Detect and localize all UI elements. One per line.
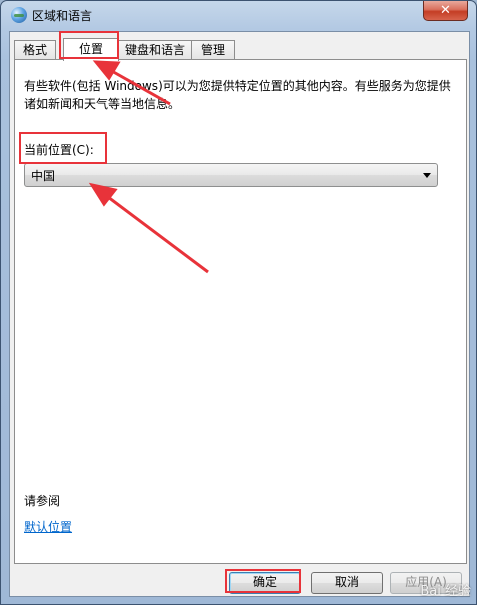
cancel-button[interactable]: 取消 (311, 572, 383, 594)
close-button[interactable]: ✕ (423, 1, 468, 21)
see-also-heading: 请参阅 (24, 494, 61, 508)
region-language-window: 区域和语言 ✕ 格式 位置 键盘和语言 管理 有些软件(包括 Windows)可… (0, 0, 477, 605)
default-location-link[interactable]: 默认位置 (24, 518, 72, 535)
tab-keyboard-language[interactable]: 键盘和语言 (118, 40, 192, 60)
watermark: Bai 经验 (420, 584, 471, 599)
highlight-box-ok-button (225, 569, 301, 593)
dialog-body: 格式 位置 键盘和语言 管理 有些软件(包括 Windows)可以为您提供特定位… (9, 31, 470, 597)
highlight-box-location-tab (59, 31, 119, 59)
location-description: 有些软件(包括 Windows)可以为您提供特定位置的其他内容。有些服务为您提供… (24, 79, 451, 111)
current-location-value: 中国 (31, 169, 56, 183)
tab-format[interactable]: 格式 (14, 40, 56, 60)
window-title: 区域和语言 (32, 9, 93, 23)
current-location-dropdown[interactable]: 中国 (24, 163, 438, 187)
title-bar[interactable]: 区域和语言 ✕ (1, 1, 476, 29)
chevron-down-icon (423, 173, 431, 178)
tab-administrative[interactable]: 管理 (191, 40, 235, 60)
globe-icon (11, 7, 27, 23)
highlight-box-current-location (19, 132, 107, 164)
